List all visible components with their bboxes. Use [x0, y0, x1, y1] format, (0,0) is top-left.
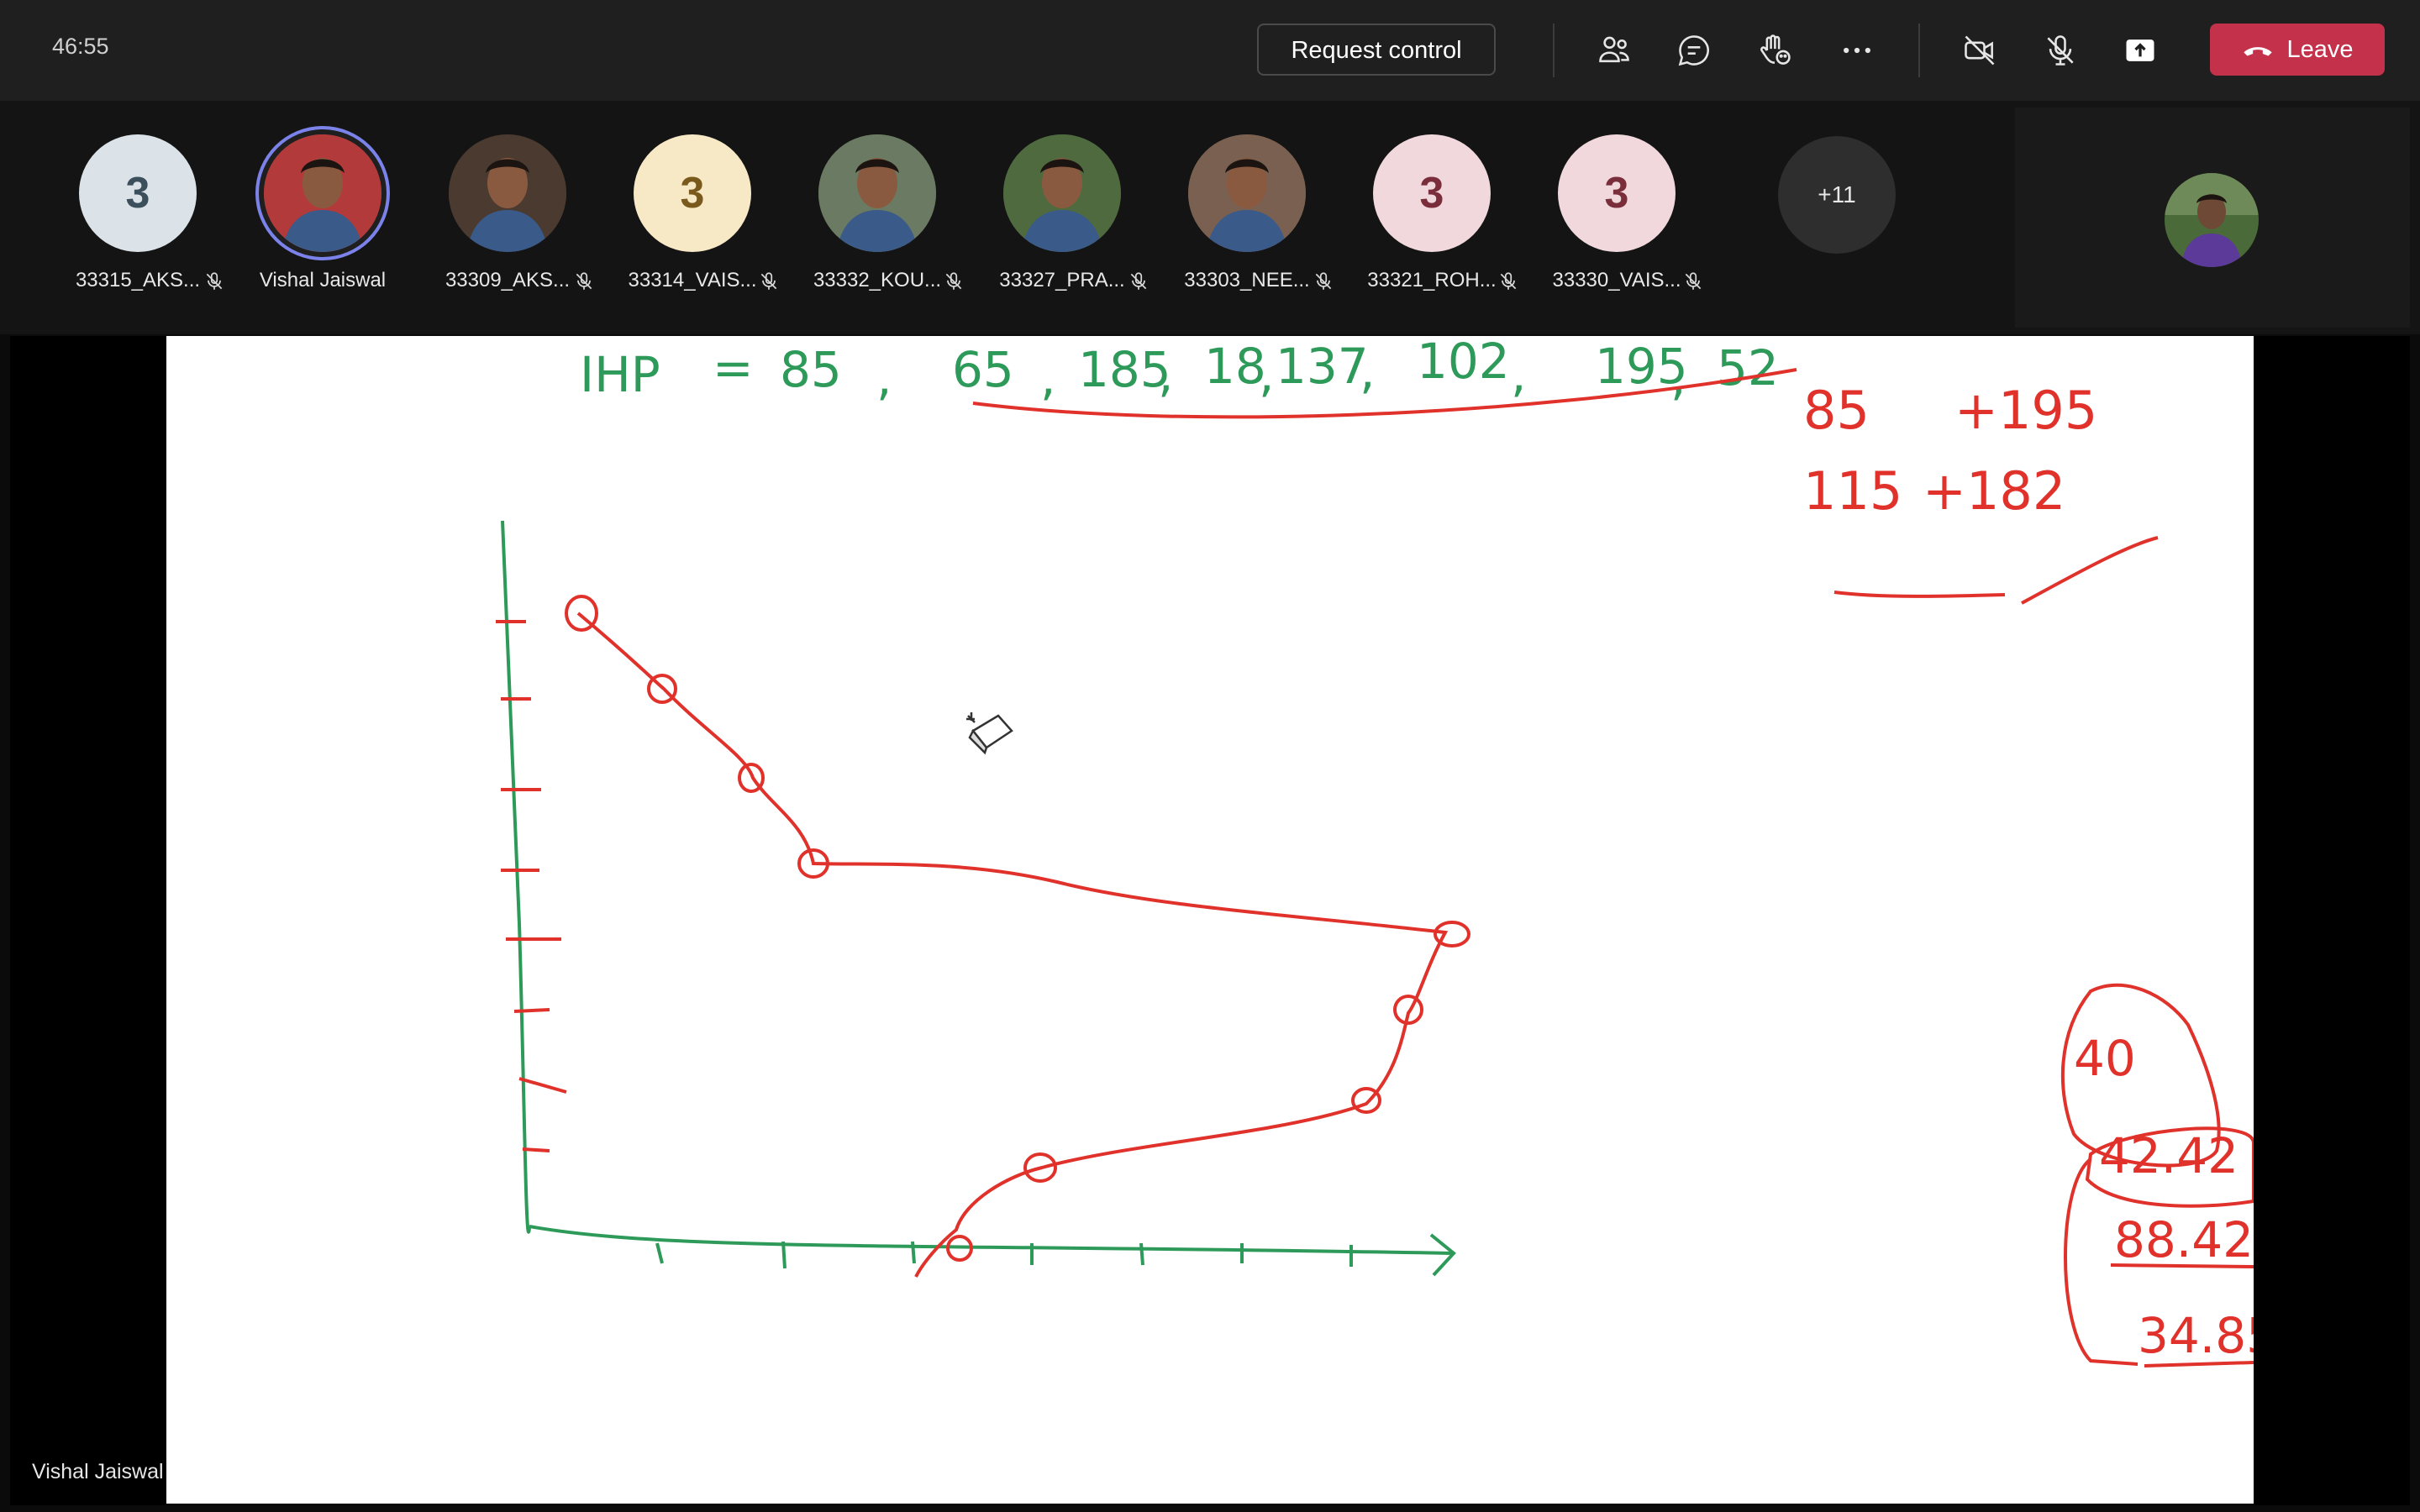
- seq-10: 137: [1276, 338, 1369, 395]
- participant-tile[interactable]: 33303_NEE...: [1155, 134, 1339, 302]
- participant-name: 33321_ROH...: [1367, 269, 1497, 291]
- whiteboard: IHP = 85 , 65 , 185 , 18 , 137 , 102 , 1…: [166, 336, 2254, 1504]
- mic-muted-icon: [943, 270, 965, 292]
- seq-9: ,: [1259, 346, 1274, 403]
- seq-12: 102: [1417, 336, 1510, 390]
- camera-off-icon[interactable]: [1954, 25, 2005, 76]
- more-icon[interactable]: [1832, 25, 1882, 76]
- leave-label: Leave: [2286, 35, 2354, 63]
- participant-photo: [818, 134, 936, 252]
- mic-muted-icon: [1313, 270, 1334, 292]
- toolbar-divider: [1553, 24, 1555, 77]
- overflow-participants-button[interactable]: +11: [1778, 136, 1896, 254]
- note-2: 115: [1803, 460, 1902, 522]
- participant-tile[interactable]: 33309_AKS...: [415, 134, 600, 302]
- participant-initial-avatar: 3: [1558, 134, 1676, 252]
- mic-muted-icon: [1128, 270, 1150, 292]
- participant-tile[interactable]: 3 33314_VAIS...: [600, 134, 785, 302]
- participant-name: 33309_AKS...: [445, 269, 571, 291]
- participant-tile[interactable]: Vishal Jaiswal: [230, 134, 415, 302]
- result-2: 88.42: [2114, 1211, 2254, 1268]
- people-icon[interactable]: [1589, 25, 1639, 76]
- participant-name: 33314_VAIS...: [628, 269, 757, 291]
- participant-name: 33332_KOU...: [813, 269, 942, 291]
- participant-tile[interactable]: 3 33321_ROH...: [1339, 134, 1524, 302]
- meeting-toolbar: 46:55 Request control Leave: [0, 0, 2420, 101]
- seq-11: ,: [1360, 343, 1375, 400]
- sum-notes: 85 +195 115 +182: [1803, 380, 2097, 522]
- participant-photo: [1188, 134, 1306, 252]
- presenter-name-label: Vishal Jaiswal: [32, 1460, 164, 1483]
- participant-tile[interactable]: 3 33330_VAIS...: [1524, 134, 1709, 302]
- meeting-timer: 46:55: [52, 34, 109, 59]
- results: 40 42.42 88.42 34.85: [2074, 1030, 2254, 1364]
- phone-icon: [2244, 47, 2273, 56]
- note-0: 85: [1803, 380, 1870, 441]
- seq-8: 18: [1204, 338, 1266, 395]
- whiteboard-ink: IHP = 85 , 65 , 185 , 18 , 137 , 102 , 1…: [496, 336, 2254, 1368]
- participant-initial-avatar: 3: [79, 134, 197, 252]
- result-3: 34.85: [2138, 1307, 2254, 1364]
- participant-photo: [1003, 134, 1121, 252]
- note-1: +195: [1954, 380, 2097, 441]
- result-0: 40: [2074, 1030, 2136, 1087]
- participant-tile[interactable]: 33332_KOU...: [785, 134, 970, 302]
- mic-muted-icon: [1497, 270, 1519, 292]
- seq-16: 52: [1717, 339, 1779, 396]
- participant-tile[interactable]: 3 33315_AKS...: [45, 134, 230, 302]
- participant-photo: [449, 134, 566, 252]
- participant-initial-avatar: 3: [634, 134, 751, 252]
- toolbar-divider: [1918, 24, 1920, 77]
- self-video-avatar[interactable]: [2165, 173, 2259, 267]
- seq-15: ,: [1670, 349, 1686, 407]
- seq-2: 85: [780, 341, 842, 398]
- participant-name: Vishal Jaiswal: [259, 269, 387, 291]
- mic-off-icon[interactable]: [2035, 25, 2086, 76]
- eraser-cursor-icon: [966, 712, 1013, 755]
- mic-muted-icon: [1682, 270, 1704, 292]
- seq-5: ,: [1040, 349, 1055, 407]
- chat-icon[interactable]: [1669, 25, 1719, 76]
- seq-4: 65: [952, 341, 1014, 398]
- seq-7: ,: [1158, 346, 1173, 403]
- mic-muted-icon: [203, 270, 225, 292]
- seq-1: =: [713, 339, 754, 396]
- participant-tile[interactable]: 33327_PRA...: [970, 134, 1155, 302]
- raise-hand-icon[interactable]: [1749, 25, 1800, 76]
- participant-name: 33303_NEE...: [1184, 269, 1310, 291]
- mic-muted-icon: [573, 270, 595, 292]
- leave-button[interactable]: Leave: [2210, 24, 2385, 76]
- participant-name: 33330_VAIS...: [1552, 269, 1681, 291]
- share-screen-icon[interactable]: [2115, 25, 2165, 76]
- participant-name: 33315_AKS...: [75, 269, 201, 291]
- note-3: +182: [1923, 460, 2065, 522]
- participant-name: 33327_PRA...: [999, 269, 1125, 291]
- seq-13: ,: [1511, 346, 1526, 403]
- mic-muted-icon: [758, 270, 780, 292]
- seq-3: ,: [876, 349, 892, 407]
- seq-0: IHP: [580, 346, 660, 403]
- participant-initial-avatar: 3: [1373, 134, 1491, 252]
- request-control-button[interactable]: Request control: [1257, 24, 1496, 76]
- participant-photo: [264, 134, 381, 252]
